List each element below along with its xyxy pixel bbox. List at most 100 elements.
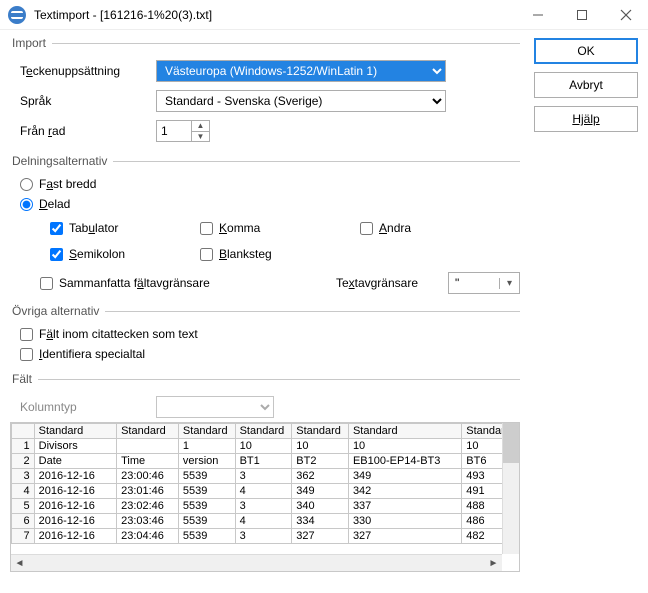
spin-down-icon[interactable]: ▼	[192, 132, 209, 142]
ok-button[interactable]: OK	[534, 38, 638, 64]
table-row[interactable]: 52016-12-1623:02:4655393340337488	[12, 499, 519, 514]
preview-col-header[interactable]: Standard	[348, 424, 461, 439]
scroll-left-icon[interactable]: ◄	[11, 558, 28, 569]
preview-cell: 10	[292, 439, 349, 454]
language-combo[interactable]: Standard - Svenska (Sverige)	[156, 90, 446, 112]
preview-col-header[interactable]: Standard	[117, 424, 179, 439]
separator-legend: Delningsalternativ	[10, 154, 113, 168]
preview-corner	[12, 424, 35, 439]
table-row[interactable]: 62016-12-1623:03:4655394334330486	[12, 514, 519, 529]
preview-cell: 3	[235, 529, 292, 544]
preview-cell: 4	[235, 484, 292, 499]
table-row[interactable]: 42016-12-1623:01:4655394349342491	[12, 484, 519, 499]
tab-check[interactable]: Tabulator	[40, 218, 190, 238]
row-number: 4	[12, 484, 35, 499]
preview-cell: Date	[34, 454, 116, 469]
charset-combo[interactable]: Västeuropa (Windows-1252/WinLatin 1)	[156, 60, 446, 82]
row-number: 1	[12, 439, 35, 454]
space-check[interactable]: Blanksteg	[190, 244, 350, 264]
help-button[interactable]: Hjälp	[534, 106, 638, 132]
preview-cell: 5539	[178, 469, 235, 484]
preview-cell: 2016-12-16	[34, 529, 116, 544]
row-number: 6	[12, 514, 35, 529]
app-icon	[8, 6, 26, 24]
chevron-down-icon: ▾	[499, 278, 519, 289]
cancel-button[interactable]: Avbryt	[534, 72, 638, 98]
fields-group: Fält Kolumntyp StandardStandardStandardS…	[10, 372, 520, 585]
preview-cell: 23:04:46	[117, 529, 179, 544]
quoted-as-text-check[interactable]: Fält inom citattecken som text	[10, 324, 520, 344]
merge-delim-check[interactable]: Sammanfatta fältavgränsare	[40, 273, 210, 293]
text-delim-label: Textavgränsare	[336, 276, 418, 290]
semicolon-check[interactable]: Semikolon	[40, 244, 190, 264]
preview-cell: version	[178, 454, 235, 469]
minimize-button[interactable]	[516, 0, 560, 30]
close-button[interactable]	[604, 0, 648, 30]
column-type-label: Kolumntyp	[20, 400, 146, 414]
maximize-button[interactable]	[560, 0, 604, 30]
window-title: Textimport - [161216-1%20(3).txt]	[34, 8, 516, 22]
preview-cell: 330	[348, 514, 461, 529]
preview-col-header[interactable]: Standard	[34, 424, 116, 439]
preview-cell: 5539	[178, 499, 235, 514]
preview-cell: BT1	[235, 454, 292, 469]
comma-check[interactable]: Komma	[190, 218, 350, 238]
other-options-group: Övriga alternativ Fält inom citattecken …	[10, 304, 520, 366]
table-row[interactable]: 32016-12-1623:00:4655393362349493	[12, 469, 519, 484]
preview-hscroll[interactable]: ◄ ►	[11, 554, 502, 571]
preview-cell: 5539	[178, 514, 235, 529]
table-row[interactable]: 1Divisors110101010	[12, 439, 519, 454]
preview-cell: 23:00:46	[117, 469, 179, 484]
preview-cell: 349	[348, 469, 461, 484]
column-type-combo	[156, 396, 274, 418]
preview-col-header[interactable]: Standard	[235, 424, 292, 439]
detect-special-check[interactable]: Identifiera specialtal	[10, 344, 520, 364]
row-number: 7	[12, 529, 35, 544]
preview-cell	[117, 439, 179, 454]
text-delim-combo[interactable]: " ▾	[448, 272, 520, 294]
language-label: Språk	[20, 94, 146, 108]
row-number: 5	[12, 499, 35, 514]
preview-cell: 5539	[178, 484, 235, 499]
preview-cell: 349	[292, 484, 349, 499]
preview-cell: 2016-12-16	[34, 484, 116, 499]
spin-up-icon[interactable]: ▲	[192, 121, 209, 132]
preview-cell: 4	[235, 514, 292, 529]
row-number: 2	[12, 454, 35, 469]
preview-cell: 3	[235, 469, 292, 484]
preview-cell: 327	[292, 529, 349, 544]
preview-cell: 2016-12-16	[34, 499, 116, 514]
charset-label: Teckenuppsättning	[20, 64, 146, 78]
table-row[interactable]: 72016-12-1623:04:4655393327327482	[12, 529, 519, 544]
preview-vscroll[interactable]	[502, 423, 519, 554]
preview-col-header[interactable]: Standard	[292, 424, 349, 439]
fromrow-label: Från rad	[20, 124, 146, 138]
scroll-right-icon[interactable]: ►	[485, 558, 502, 569]
fixed-width-radio[interactable]: Fast bredd	[10, 174, 520, 194]
preview-grid[interactable]: StandardStandardStandardStandardStandard…	[10, 422, 520, 572]
preview-cell: 337	[348, 499, 461, 514]
fromrow-spinner[interactable]: ▲▼	[156, 120, 210, 142]
preview-cell: 23:01:46	[117, 484, 179, 499]
preview-cell: BT2	[292, 454, 349, 469]
preview-col-header[interactable]: Standard	[178, 424, 235, 439]
preview-cell: 1	[178, 439, 235, 454]
preview-cell: EB100-EP14-BT3	[348, 454, 461, 469]
table-row[interactable]: 2DateTimeversionBT1BT2EB100-EP14-BT3BT6	[12, 454, 519, 469]
import-legend: Import	[10, 36, 52, 50]
other-options-legend: Övriga alternativ	[10, 304, 105, 318]
import-group: Import Teckenuppsättning Västeuropa (Win…	[10, 36, 520, 148]
preview-cell: 340	[292, 499, 349, 514]
preview-cell: 2016-12-16	[34, 469, 116, 484]
preview-cell: 342	[348, 484, 461, 499]
preview-cell: 327	[348, 529, 461, 544]
other-check[interactable]: Andra	[350, 218, 500, 238]
preview-cell: 23:02:46	[117, 499, 179, 514]
delimited-radio[interactable]: Delad	[10, 194, 520, 214]
preview-cell: 2016-12-16	[34, 514, 116, 529]
preview-cell: 334	[292, 514, 349, 529]
preview-cell: Divisors	[34, 439, 116, 454]
fromrow-input[interactable]	[157, 121, 191, 141]
separator-group: Delningsalternativ Fast bredd Delad Tabu…	[10, 154, 520, 298]
preview-cell: 3	[235, 499, 292, 514]
